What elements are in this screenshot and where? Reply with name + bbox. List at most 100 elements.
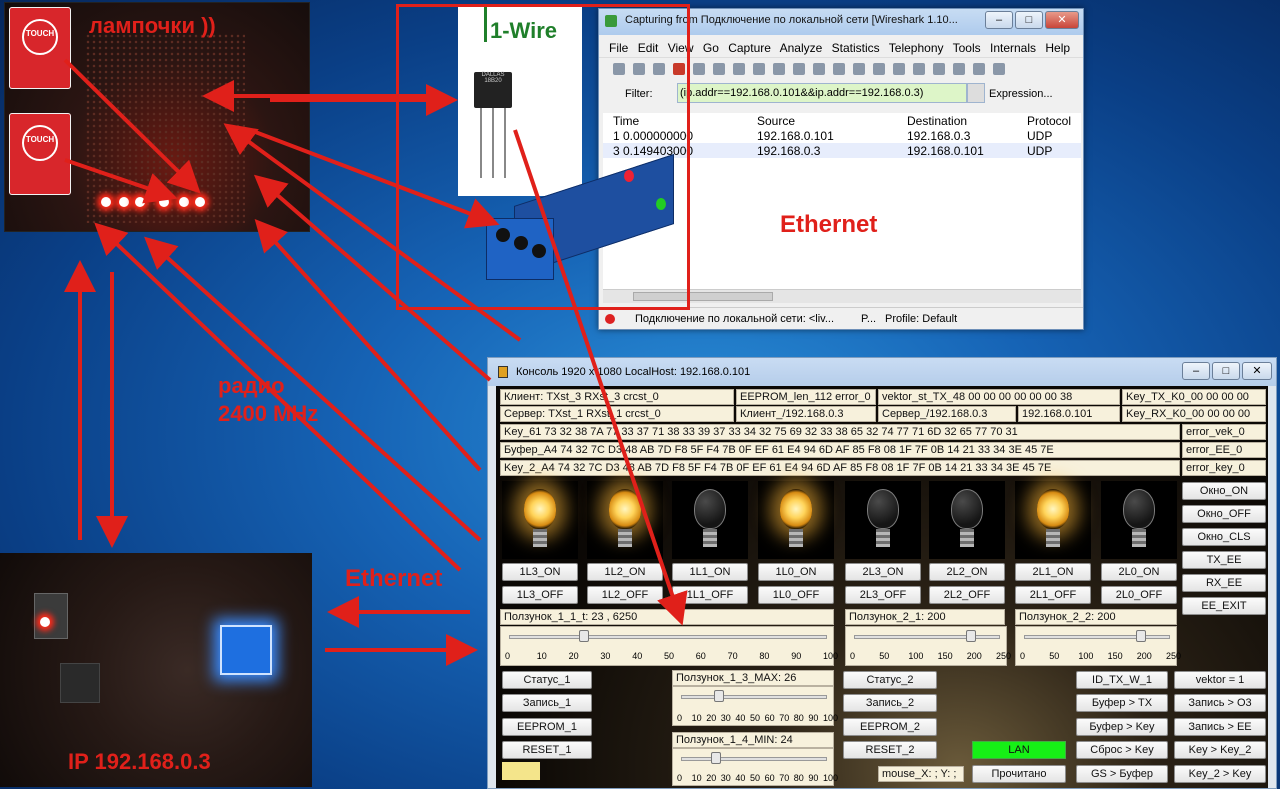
window-off-button[interactable]: Окно_OFF bbox=[1182, 505, 1266, 523]
slider-2-1-thumb[interactable] bbox=[965, 630, 976, 642]
1l2-off-button[interactable]: 1L2_OFF bbox=[587, 586, 663, 604]
1l3-on-button[interactable]: 1L3_ON bbox=[502, 563, 578, 581]
vektor-button[interactable]: vektor = 1 bbox=[1174, 671, 1266, 689]
menu-internals[interactable]: Internals bbox=[990, 41, 1036, 55]
slider-1-1-thumb[interactable] bbox=[579, 630, 590, 642]
write-to-o3-button[interactable]: Запись > O3 bbox=[1174, 694, 1266, 712]
menu-capture[interactable]: Capture bbox=[728, 41, 771, 55]
slider-tick-label: 150 bbox=[1107, 651, 1123, 661]
1l1-off-button[interactable]: 1L1_OFF bbox=[672, 586, 748, 604]
column-source[interactable]: Source bbox=[757, 114, 795, 128]
1l0-off-button[interactable]: 1L0_OFF bbox=[758, 586, 834, 604]
key2-to-key-button[interactable]: Key_2 > Key bbox=[1174, 765, 1266, 783]
reset-1-button[interactable]: RESET_1 bbox=[502, 741, 592, 759]
last-icon[interactable] bbox=[893, 63, 905, 75]
2l0-off-button[interactable]: 2L0_OFF bbox=[1101, 586, 1177, 604]
menu-analyze[interactable]: Analyze bbox=[780, 41, 823, 55]
minimize-button[interactable]: – bbox=[1182, 362, 1210, 380]
expression-button[interactable]: Expression... bbox=[989, 88, 1053, 100]
window-on-button[interactable]: Окно_ON bbox=[1182, 482, 1266, 500]
reset-to-key-button[interactable]: Сброс > Key bbox=[1076, 741, 1168, 759]
2l1-on-button[interactable]: 2L1_ON bbox=[1015, 563, 1091, 581]
write-2-button[interactable]: Запись_2 bbox=[843, 694, 937, 712]
ee-exit-button[interactable]: EE_EXIT bbox=[1182, 597, 1266, 615]
buffer-to-tx-button[interactable]: Буфер > TX bbox=[1076, 694, 1168, 712]
gs-to-buffer-button[interactable]: GS > Буфер bbox=[1076, 765, 1168, 783]
1l2-on-button[interactable]: 1L2_ON bbox=[587, 563, 663, 581]
status-profile[interactable]: Profile: Default bbox=[885, 313, 957, 325]
column-protocol[interactable]: Protocol bbox=[1027, 114, 1071, 128]
slider-1-3[interactable]: 0 10 20 30 40 50 60 70 80 90 100 bbox=[672, 686, 838, 726]
id-tx-w-1-button[interactable]: ID_TX_W_1 bbox=[1076, 671, 1168, 689]
eeprom-1-button[interactable]: EEPROM_1 bbox=[502, 718, 592, 736]
back-icon[interactable] bbox=[813, 63, 825, 75]
menu-tools[interactable]: Tools bbox=[953, 41, 981, 55]
slider-2-1[interactable]: 0 50 100 150 200 250 bbox=[845, 626, 1011, 666]
close-button[interactable]: ✕ bbox=[1045, 11, 1079, 29]
forward-icon[interactable] bbox=[833, 63, 845, 75]
close-file-icon[interactable] bbox=[753, 63, 765, 75]
1l3-off-button[interactable]: 1L3_OFF bbox=[502, 586, 578, 604]
maximize-button[interactable]: □ bbox=[1015, 11, 1043, 29]
zoom-in-icon[interactable] bbox=[953, 63, 965, 75]
status-1-button[interactable]: Статус_1 bbox=[502, 671, 592, 689]
close-button[interactable]: ✕ bbox=[1242, 362, 1272, 380]
touch-sensor-2: TOUCH bbox=[9, 113, 71, 195]
menu-statistics[interactable]: Statistics bbox=[832, 41, 880, 55]
client-status: Клиент: TXst_3 RXst_3 crcst_0 bbox=[500, 389, 734, 405]
column-destination[interactable]: Destination bbox=[907, 114, 967, 128]
1l0-on-button[interactable]: 1L0_ON bbox=[758, 563, 834, 581]
status-2-button[interactable]: Статус_2 bbox=[843, 671, 937, 689]
tx-ee-button[interactable]: TX_EE bbox=[1182, 551, 1266, 569]
maximize-button[interactable]: □ bbox=[1212, 362, 1240, 380]
menu-telephony[interactable]: Telephony bbox=[889, 41, 944, 55]
capture-status-icon[interactable] bbox=[605, 314, 615, 324]
radio-module-light bbox=[220, 625, 272, 675]
menu-go[interactable]: Go bbox=[703, 41, 719, 55]
2l3-on-button[interactable]: 2L3_ON bbox=[845, 563, 921, 581]
rx-ee-button[interactable]: RX_EE bbox=[1182, 574, 1266, 592]
open-icon[interactable] bbox=[713, 63, 725, 75]
buffer-to-key-button[interactable]: Буфер > Key bbox=[1076, 718, 1168, 736]
colorize-icon[interactable] bbox=[913, 63, 925, 75]
write-1-button[interactable]: Запись_1 bbox=[502, 694, 592, 712]
restart-icon[interactable] bbox=[693, 63, 705, 75]
slider-1-1[interactable]: 0 10 20 30 40 50 60 70 80 90 100 bbox=[500, 626, 838, 666]
window-cls-button[interactable]: Окно_CLS bbox=[1182, 528, 1266, 546]
write-to-ee-button[interactable]: Запись > EE bbox=[1174, 718, 1266, 736]
status-packets: P... bbox=[861, 313, 877, 325]
autoscroll-icon[interactable] bbox=[933, 63, 945, 75]
1l1-on-button[interactable]: 1L1_ON bbox=[672, 563, 748, 581]
slider-1-3-label: Ползунок_1_3_MAX: 26 bbox=[672, 670, 834, 686]
reset-2-button[interactable]: RESET_2 bbox=[843, 741, 937, 759]
read-button[interactable]: Прочитано bbox=[972, 765, 1066, 783]
2l3-off-button[interactable]: 2L3_OFF bbox=[845, 586, 921, 604]
2l2-on-button[interactable]: 2L2_ON bbox=[929, 563, 1005, 581]
console-window[interactable]: Консоль 1920 x 1080 LocalHost: 192.168.0… bbox=[487, 357, 1277, 789]
zoom-reset-icon[interactable] bbox=[993, 63, 1005, 75]
menu-help[interactable]: Help bbox=[1045, 41, 1070, 55]
slider-1-4-thumb[interactable] bbox=[711, 752, 722, 764]
slider-tick-label: 40 bbox=[735, 773, 746, 783]
find-icon[interactable] bbox=[793, 63, 805, 75]
first-icon[interactable] bbox=[873, 63, 885, 75]
reload-icon[interactable] bbox=[773, 63, 785, 75]
filter-dropdown[interactable] bbox=[967, 83, 985, 103]
slider-2-2[interactable]: 0 50 100 150 200 250 bbox=[1015, 626, 1181, 666]
slider-tick-label: 10 bbox=[536, 651, 547, 661]
led bbox=[195, 197, 205, 207]
save-icon[interactable] bbox=[733, 63, 745, 75]
filter-input[interactable]: (ip.addr==192.168.0.101&&ip.addr==192.16… bbox=[677, 83, 967, 103]
2l1-off-button[interactable]: 2L1_OFF bbox=[1015, 586, 1091, 604]
2l0-on-button[interactable]: 2L0_ON bbox=[1101, 563, 1177, 581]
eeprom-2-button[interactable]: EEPROM_2 bbox=[843, 718, 937, 736]
goto-icon[interactable] bbox=[853, 63, 865, 75]
console-titlebar[interactable]: Консоль 1920 x 1080 LocalHost: 192.168.0… bbox=[488, 358, 1276, 386]
zoom-out-icon[interactable] bbox=[973, 63, 985, 75]
slider-2-2-thumb[interactable] bbox=[1135, 630, 1146, 642]
slider-1-3-thumb[interactable] bbox=[713, 690, 724, 702]
minimize-button[interactable]: – bbox=[985, 11, 1013, 29]
slider-1-4[interactable]: 0 10 20 30 40 50 60 70 80 90 100 bbox=[672, 748, 838, 786]
key-to-key2-button[interactable]: Key > Key_2 bbox=[1174, 741, 1266, 759]
2l2-off-button[interactable]: 2L2_OFF bbox=[929, 586, 1005, 604]
